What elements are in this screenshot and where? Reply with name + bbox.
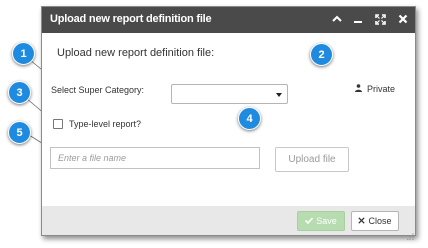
type-level-label: Type-level report? — [69, 119, 142, 129]
save-button[interactable]: Save — [297, 211, 345, 231]
close-icon[interactable] — [395, 11, 411, 27]
close-label: Close — [368, 216, 392, 226]
dialog-titlebar[interactable]: Upload new report definition file — [42, 7, 415, 33]
dialog-heading: Upload new report definition file: — [57, 47, 215, 59]
save-label: Save — [316, 216, 337, 226]
callout-badge-3: 3 — [8, 81, 31, 104]
private-indicator: Private — [355, 84, 395, 94]
file-name-input[interactable] — [50, 147, 260, 169]
private-label: Private — [367, 84, 396, 94]
upload-report-dialog: Upload new report definition file Upload… — [41, 6, 416, 240]
super-category-select[interactable] — [171, 84, 288, 104]
x-icon — [358, 216, 366, 226]
chevron-up-icon[interactable] — [329, 11, 345, 27]
resize-grip-icon[interactable] — [407, 227, 414, 240]
callout-badge-1: 1 — [12, 42, 35, 65]
callout-badge-4: 4 — [238, 107, 261, 130]
dialog-title: Upload new report definition file — [50, 13, 212, 25]
check-icon — [305, 216, 314, 226]
upload-file-button[interactable]: Upload file — [275, 147, 349, 172]
close-button[interactable]: Close — [351, 211, 399, 231]
callout-badge-5: 5 — [8, 121, 31, 144]
super-category-label: Select Super Category: — [51, 85, 145, 95]
type-level-checkbox[interactable] — [53, 119, 63, 129]
expand-icon[interactable] — [372, 11, 388, 27]
user-icon — [355, 84, 362, 94]
minimize-icon[interactable] — [350, 11, 366, 27]
caret-down-icon — [276, 93, 282, 97]
callout-badge-2: 2 — [310, 43, 333, 66]
